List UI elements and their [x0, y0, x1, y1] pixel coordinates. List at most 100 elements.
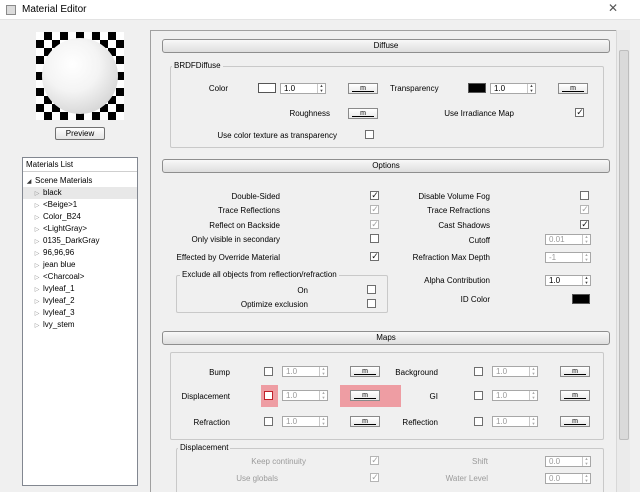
list-item[interactable]: ▷ 0135_DarkGray: [23, 235, 137, 247]
color-texture-checkbox[interactable]: [365, 130, 374, 139]
trace-refractions-checkbox[interactable]: ✓: [580, 204, 589, 214]
reflect-backside-checkbox[interactable]: ✓: [370, 219, 379, 229]
water-level-label: Water Level: [445, 474, 488, 483]
tree-root[interactable]: ◢ Scene Materials: [23, 175, 137, 187]
background-map-button[interactable]: m: [560, 366, 590, 377]
alpha-contribution-label: Alpha Contribution: [424, 276, 490, 285]
color-map-button[interactable]: m: [348, 83, 378, 94]
diffuse-section-header[interactable]: Diffuse: [162, 39, 610, 53]
vertical-scrollbar[interactable]: [616, 30, 630, 492]
only-visible-label: Only visible in secondary: [191, 235, 280, 244]
refraction-label: Refraction: [193, 418, 230, 427]
keep-continuity-checkbox[interactable]: ✓: [370, 455, 379, 465]
list-item[interactable]: ▷ Color_B24: [23, 211, 137, 223]
exclude-on-checkbox[interactable]: [367, 285, 376, 294]
close-icon[interactable]: ✕: [608, 1, 618, 15]
bump-label: Bump: [209, 368, 230, 377]
displacement-map-button[interactable]: m: [350, 390, 380, 401]
reflection-checkbox[interactable]: [474, 417, 483, 426]
brdf-diffuse-title: BRDFDiffuse: [172, 61, 223, 70]
displacement-group-title: Displacement: [178, 443, 231, 452]
background-checkbox[interactable]: [474, 367, 483, 376]
background-label: Background: [395, 368, 438, 377]
list-item[interactable]: ▷ 96,96,96: [23, 247, 137, 259]
shift-spinner[interactable]: 0.0 ▲ ▼: [545, 456, 591, 467]
irradiance-label: Use Irradiance Map: [444, 109, 514, 118]
bump-spinner[interactable]: 1.0 ▲ ▼: [282, 366, 328, 377]
list-item[interactable]: ▷ lvyleaf_3: [23, 307, 137, 319]
reflection-label: Reflection: [402, 418, 438, 427]
refraction-spinner[interactable]: 1.0 ▲ ▼: [282, 416, 328, 427]
reflection-spinner[interactable]: 1.0 ▲ ▼: [492, 416, 538, 427]
color-swatch[interactable]: [258, 83, 276, 93]
bump-map-button[interactable]: m: [350, 366, 380, 377]
roughness-map-button[interactable]: m: [348, 108, 378, 119]
effected-override-label: Effected by Override Material: [176, 253, 280, 262]
optimize-exclusion-label: Optimize exclusion: [240, 300, 308, 309]
displacement-spinner[interactable]: 1.0 ▲ ▼: [282, 390, 328, 401]
background-spinner[interactable]: 1.0 ▲ ▼: [492, 366, 538, 377]
trace-refractions-label: Trace Refractions: [427, 206, 490, 215]
refraction-map-button[interactable]: m: [350, 416, 380, 427]
color-label: Color: [208, 84, 228, 93]
window-title: Material Editor: [22, 4, 87, 15]
color-value-spinner[interactable]: 1.0 ▲ ▼: [280, 83, 326, 94]
scrollbar-thumb[interactable]: [619, 50, 629, 440]
list-item[interactable]: ▷ lvyleaf_2: [23, 295, 137, 307]
gi-checkbox[interactable]: [474, 391, 483, 400]
double-sided-label: Double-Sided: [231, 192, 280, 201]
reflect-backside-label: Reflect on Backside: [209, 221, 280, 230]
cutoff-spinner[interactable]: 0.01 ▲ ▼: [545, 234, 591, 245]
transparency-label: Transparency: [390, 84, 439, 93]
list-item[interactable]: ▷ <Beige>1: [23, 199, 137, 211]
list-item[interactable]: ▷ black: [23, 187, 137, 199]
list-item[interactable]: ▷ <Charcoal>: [23, 271, 137, 283]
gi-spinner[interactable]: 1.0 ▲ ▼: [492, 390, 538, 401]
only-visible-checkbox[interactable]: [370, 234, 379, 243]
refraction-depth-label: Refraction Max Depth: [412, 253, 490, 262]
alpha-contribution-spinner[interactable]: 1.0 ▲ ▼: [545, 275, 591, 286]
refraction-checkbox[interactable]: [264, 417, 273, 426]
transparency-map-button[interactable]: m: [558, 83, 588, 94]
displacement-label: Displacement: [181, 392, 230, 401]
double-sided-checkbox[interactable]: ✓: [370, 190, 379, 200]
options-section-header[interactable]: Options: [162, 159, 610, 173]
exclude-title: Exclude all objects from reflection/refr…: [180, 270, 339, 279]
cast-shadows-checkbox[interactable]: ✓: [580, 219, 589, 229]
disable-fog-label: Disable Volume Fog: [418, 192, 490, 201]
list-item[interactable]: ▷ <LightGray>: [23, 223, 137, 235]
reflection-map-button[interactable]: m: [560, 416, 590, 427]
tree-root-label: Scene Materials: [35, 176, 93, 185]
irradiance-checkbox[interactable]: ✓: [575, 107, 584, 117]
roughness-label: Roughness: [289, 109, 330, 118]
use-globals-checkbox[interactable]: ✓: [370, 472, 379, 482]
optimize-exclusion-checkbox[interactable]: [367, 299, 376, 308]
disable-fog-checkbox[interactable]: [580, 191, 589, 200]
list-item[interactable]: ▷ jean blue: [23, 259, 137, 271]
bump-checkbox[interactable]: [264, 367, 273, 376]
preview-button[interactable]: Preview: [55, 127, 105, 140]
transparency-swatch[interactable]: [468, 83, 486, 93]
transparency-value-spinner[interactable]: 1.0 ▲ ▼: [490, 83, 536, 94]
materials-list-header: Materials List: [23, 158, 137, 172]
color-texture-label: Use color texture as transparency: [217, 131, 337, 140]
list-item[interactable]: ▷ lvyleaf_1: [23, 283, 137, 295]
list-item[interactable]: ▷ lvy_stem: [23, 319, 137, 331]
water-level-spinner[interactable]: 0.0 ▲ ▼: [545, 473, 591, 484]
displacement-checkbox[interactable]: [264, 391, 273, 400]
collapse-arrow-icon: ▷: [34, 323, 40, 329]
refraction-depth-spinner[interactable]: -1 ▲ ▼: [545, 252, 591, 263]
app-icon: [6, 5, 16, 15]
id-color-label: ID Color: [460, 295, 490, 304]
gi-map-button[interactable]: m: [560, 390, 590, 401]
use-globals-label: Use globals: [236, 474, 278, 483]
maps-section-header[interactable]: Maps: [162, 331, 610, 345]
materials-list: Materials List ◢ Scene Materials ▷ black ▷…: [22, 157, 138, 486]
id-color-swatch[interactable]: [572, 294, 590, 304]
material-preview: [36, 32, 124, 120]
trace-reflections-checkbox[interactable]: ✓: [370, 204, 379, 214]
preview-sphere: [42, 38, 118, 114]
cutoff-label: Cutoff: [468, 236, 490, 245]
effected-override-checkbox[interactable]: ✓: [370, 251, 379, 261]
gi-label: GI: [429, 392, 438, 401]
